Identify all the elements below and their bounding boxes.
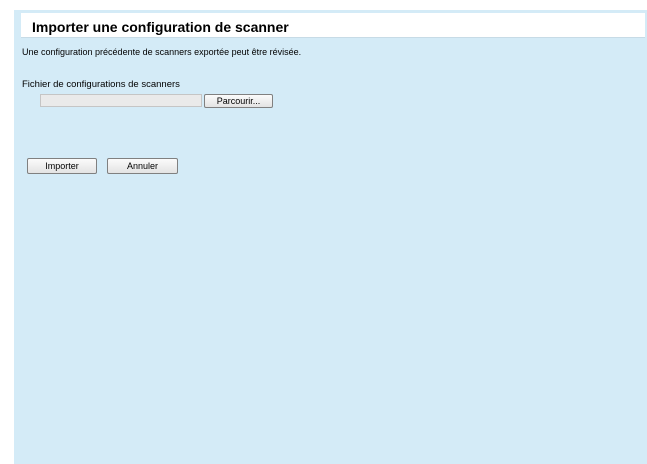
import-button[interactable]: Importer (27, 158, 97, 174)
cancel-button[interactable]: Annuler (107, 158, 178, 174)
browse-button[interactable]: Parcourir... (204, 94, 273, 108)
import-config-page: Importer une configuration de scanner Un… (14, 10, 647, 464)
page-description: Une configuration précédente de scanners… (22, 47, 302, 57)
title-bar: Importer une configuration de scanner (21, 13, 645, 38)
file-path-input[interactable] (40, 94, 202, 107)
page-title: Importer une configuration de scanner (32, 19, 289, 35)
file-field-label: Fichier de configurations de scanners (22, 79, 180, 90)
